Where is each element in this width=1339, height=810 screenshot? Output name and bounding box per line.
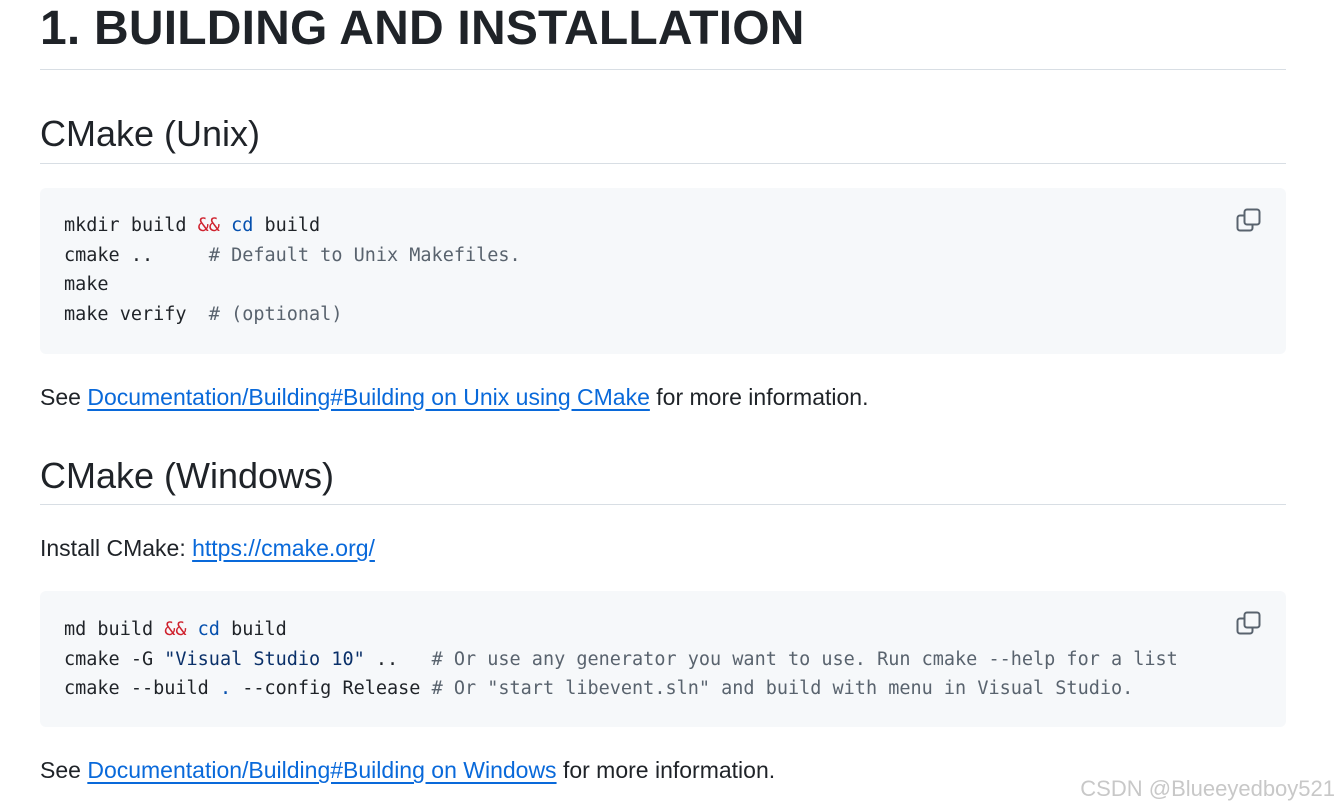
- page-title: 1. BUILDING AND INSTALLATION: [40, 0, 1286, 70]
- code-comment: # Or "start libevent.sln" and build with…: [431, 678, 1134, 700]
- code-comment: # Default to Unix Makefiles.: [208, 244, 521, 266]
- code-block-windows[interactable]: md build && cd build cmake -G "Visual St…: [40, 591, 1286, 727]
- code-text: cmake --build: [64, 678, 220, 700]
- code-operator: &&: [197, 215, 220, 236]
- code-builtin: cd: [197, 619, 220, 640]
- code-text: mkdir build: [64, 215, 198, 236]
- code-string: "Visual Studio 10": [164, 648, 365, 670]
- heading-cmake-unix: CMake (Unix): [40, 112, 1286, 164]
- watermark: CSDN @Blueeyedboy521: [1080, 776, 1335, 801]
- code-operator: .: [219, 678, 232, 700]
- unix-info-paragraph: See Documentation/Building#Building on U…: [40, 384, 869, 410]
- code-text: make verify: [64, 304, 209, 326]
- unix-doc-link[interactable]: Documentation/Building#Building on Unix …: [87, 384, 650, 410]
- windows-doc-link[interactable]: Documentation/Building#Building on Windo…: [87, 757, 556, 783]
- install-paragraph: Install CMake: https://cmake.org/: [40, 535, 375, 561]
- markdown-body: 1. BUILDING AND INSTALLATION CMake (Unix…: [40, 0, 1286, 785]
- code-text: ..: [364, 648, 432, 670]
- copy-icon: [1236, 611, 1261, 635]
- code-block-unix[interactable]: mkdir build && cd build cmake .. # Defau…: [40, 188, 1286, 354]
- code-text: md build: [64, 619, 165, 640]
- code-text: build: [253, 215, 321, 236]
- code-text: cmake ..: [64, 244, 209, 266]
- heading-cmake-windows: CMake (Windows): [40, 454, 1286, 505]
- copy-icon: [1236, 208, 1261, 232]
- copy-button[interactable]: [1236, 611, 1262, 637]
- code-text: make: [64, 274, 109, 296]
- code-text: --config Release: [231, 678, 432, 700]
- cmake-site-link[interactable]: https://cmake.org/: [192, 535, 375, 561]
- copy-button[interactable]: [1236, 208, 1262, 234]
- code-text: build: [219, 619, 287, 640]
- code-builtin: cd: [231, 215, 254, 236]
- code-text: cmake -G: [64, 648, 165, 670]
- code-comment: # (optional): [208, 304, 343, 326]
- code-comment: # Or use any generator you want to use. …: [431, 648, 1178, 670]
- code-operator: &&: [164, 619, 187, 640]
